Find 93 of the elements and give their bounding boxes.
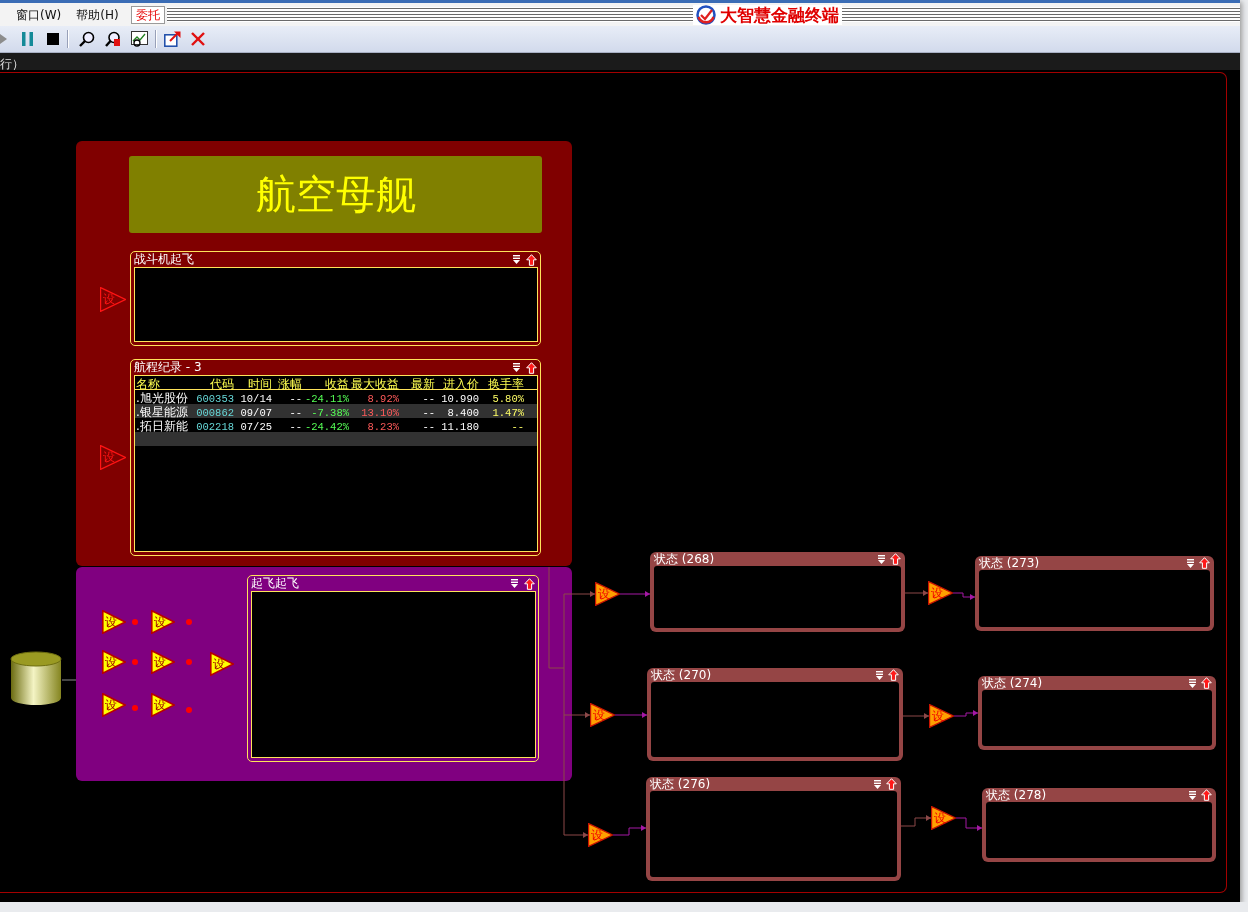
status-text: 行） [0,57,24,71]
dropdown-icon[interactable] [877,554,886,564]
chart-icon[interactable] [131,31,148,47]
table-cell-text: -- [421,392,435,405]
dropdown-icon[interactable] [1188,678,1197,688]
table-cell-text: -7.38% [310,406,349,419]
up-arrow-icon[interactable] [888,669,899,681]
up-arrow-icon[interactable] [890,553,901,565]
connector-arrow [955,817,983,831]
table-cell-text: 002218 [195,420,234,433]
table-cell-text: .银星能源 [136,404,189,420]
state-title: 状态 (270) [651,668,713,682]
column-header[interactable]: 进入价 [435,376,479,393]
table-cell-text: 11.180 [440,420,479,433]
table-cell-text: 8.23% [366,420,399,433]
table-cell-text: -24.42% [303,420,349,433]
state-title: 状态 (278) [986,788,1048,802]
state-title: 状态 (276) [650,777,712,791]
menu-item[interactable]: 帮助(H) [73,5,122,24]
set-trigger[interactable]: 设 [151,693,175,717]
play-icon[interactable] [0,31,7,47]
table-cell-text: 10/14 [239,392,272,405]
column-header[interactable]: 换手率 [479,376,524,393]
connector-arrow [614,712,648,718]
dropdown-icon[interactable] [875,670,884,680]
column-header[interactable]: 时间 [234,376,272,393]
state-title: 状态 (274) [982,676,1044,690]
dropdown-icon[interactable] [873,779,882,789]
group-title: 航空母舰 [129,156,542,233]
state-title: 状态 (273) [979,556,1041,570]
connector-arrow [612,825,647,836]
up-arrow-icon[interactable] [526,253,537,266]
table-cell-text: .拓日新能 [136,418,189,435]
state-title: 状态 (268) [654,552,716,566]
up-arrow-icon[interactable] [1201,789,1212,801]
close-icon[interactable] [190,31,206,47]
up-arrow-icon[interactable] [526,361,537,374]
table-cell-text: -- [288,420,302,433]
export-icon[interactable] [164,31,181,47]
column-header[interactable]: 最新 [399,376,435,393]
pause-icon[interactable] [22,32,33,46]
connector-arrow [952,592,976,600]
table-cell-text: 1.47% [491,406,524,419]
table-cell-text: 600353 [195,392,234,405]
dropdown-icon[interactable] [1188,790,1197,800]
dropdown-icon[interactable] [512,255,521,264]
set-trigger[interactable]: 设 [210,652,234,676]
table-cell-text: -- [421,420,435,433]
column-header[interactable]: 代码 [194,376,234,393]
table-cell-text: 10.990 [440,392,479,405]
dropdown-icon[interactable] [1186,558,1195,568]
search-icon[interactable] [79,31,95,47]
connector-line [61,679,77,681]
table-cell-text: -- [288,392,302,405]
dropdown-icon[interactable] [510,579,519,588]
up-arrow-icon[interactable] [1201,677,1212,689]
connector-arrow [563,712,591,718]
menu-item[interactable]: 窗口(W) [13,5,65,24]
set-trigger[interactable]: 设 [102,650,126,674]
connector-arrow [563,591,596,597]
connector-arrow [563,832,589,838]
connector-arrow [619,591,651,597]
up-arrow-icon[interactable] [524,577,535,590]
set-trigger[interactable]: 设 [151,650,175,674]
table-cell-text: .旭光股份 [136,390,189,406]
set-trigger[interactable]: 设 [151,610,175,634]
table-cell-text: 000862 [195,406,234,419]
table-cell-text: 09/07 [239,406,272,419]
column-header[interactable]: 最大收益 [349,376,399,393]
column-header[interactable]: 涨幅 [272,376,302,393]
table-cell-text: 5.80% [491,392,524,405]
search-icon[interactable] [105,31,121,47]
connector-arrow [953,710,979,717]
table-cell-text: 13.10% [360,406,399,419]
table-cell-text: 8.92% [366,392,399,405]
column-header[interactable]: 收益 [302,376,349,393]
set-trigger[interactable]: 设 [102,610,126,634]
brand-title: 大智慧金融终端 [719,4,839,25]
dropdown-icon[interactable] [512,363,521,372]
database-icon [10,651,62,706]
table-cell-text: 07/25 [239,420,272,433]
table-cell-text: -- [421,406,435,419]
table-cell-text: -24.11% [303,392,349,405]
panel-title: 起飞起飞 [251,576,300,591]
set-trigger[interactable]: 设 [102,693,126,717]
up-arrow-icon[interactable] [886,778,897,790]
panel-title: 航程纪录 - 3 [134,360,203,375]
column-header[interactable]: 名称 [136,376,194,393]
table-cell-text: -- [288,406,302,419]
table-cell-text: -- [510,420,524,433]
panel-title: 战斗机起飞 [134,252,195,267]
up-arrow-icon[interactable] [1199,557,1210,569]
table-cell-text: 8.400 [446,406,479,419]
